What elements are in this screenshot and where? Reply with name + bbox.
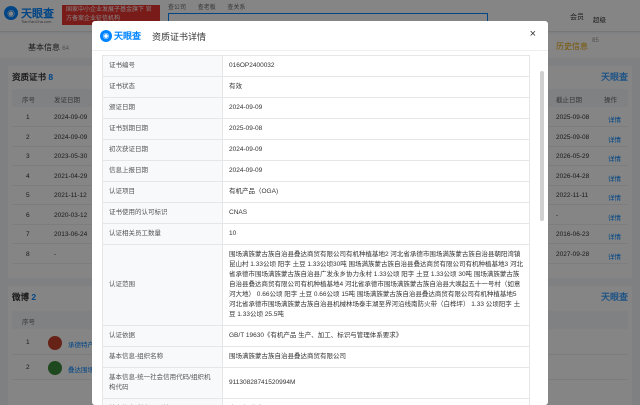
detail-key: 证书到期日期 bbox=[102, 118, 223, 140]
detail-key: 基本信息-组织名称 bbox=[102, 346, 223, 368]
detail-value: 2024-09-09 bbox=[222, 97, 530, 119]
detail-row: 基本信息-统一社会信用代码/组织机构代码 91130828741520994M bbox=[102, 367, 530, 399]
brand-eye-icon: ◉ bbox=[100, 29, 112, 42]
detail-value: 围场满族蒙古族自治县叠达商贸有限公司 bbox=[222, 346, 530, 368]
detail-key: 颁证日期 bbox=[102, 97, 223, 119]
detail-value: 中国 河北省 bbox=[222, 398, 530, 405]
detail-row: 颁证日期 2024-09-09 bbox=[102, 97, 530, 119]
detail-key: 认证范围 bbox=[102, 244, 223, 326]
detail-value: 有机产品（OGA) bbox=[222, 181, 530, 203]
detail-key: 信息上报日期 bbox=[102, 160, 223, 182]
detail-row: 证书编号 016OP2400032 bbox=[102, 55, 530, 77]
detail-value: 有效 bbox=[222, 76, 530, 98]
detail-key: 证书状态 bbox=[102, 76, 223, 98]
detail-row: 证书状态 有效 bbox=[102, 76, 530, 98]
detail-key: 基本信息-统一社会信用代码/组织机构代码 bbox=[102, 367, 223, 399]
close-icon[interactable]: × bbox=[530, 28, 536, 40]
modal-body: 证书编号 016OP2400032 证书状态 有效 颁证日期 2024-09-09 证书到期… bbox=[102, 55, 530, 405]
detail-value: 2025-09-08 bbox=[222, 118, 530, 140]
cert-detail-modal: ◉ 天眼查 资质证书详情 × 证书编号 016OP2400032 证书状态 有效 颁证日… bbox=[92, 21, 548, 405]
detail-key: 基本信息-所在国别地区 bbox=[102, 398, 223, 405]
detail-key: 证书使用的认可标识 bbox=[102, 202, 223, 224]
modal-scrollbar[interactable] bbox=[540, 71, 544, 221]
detail-row: 认证项目 有机产品（OGA) bbox=[102, 181, 530, 203]
detail-row: 证书到期日期 2025-09-08 bbox=[102, 118, 530, 140]
modal-title: 资质证书详情 bbox=[152, 32, 207, 42]
detail-key: 认证依据 bbox=[102, 325, 223, 347]
detail-value: 围场满族蒙古族自治县叠达商贸有限公司有机种植基地2 河北省承德市围场满族蒙古族自… bbox=[222, 244, 530, 326]
detail-row: 认证相关员工数量 10 bbox=[102, 223, 530, 245]
modal-logo-text: 天眼查 bbox=[113, 31, 141, 41]
detail-key: 认证相关员工数量 bbox=[102, 223, 223, 245]
modal-logo: ◉ 天眼查 bbox=[100, 29, 141, 42]
detail-row: 信息上报日期 2024-09-09 bbox=[102, 160, 530, 182]
detail-value: 2024-09-09 bbox=[222, 139, 530, 161]
detail-key: 初次获证日期 bbox=[102, 139, 223, 161]
detail-row: 认证依据 GB/T 19630《有机产品 生产、加工、标识与管理体系要求》 bbox=[102, 325, 530, 347]
detail-value: GB/T 19630《有机产品 生产、加工、标识与管理体系要求》 bbox=[222, 325, 530, 347]
detail-value: 2024-09-09 bbox=[222, 160, 530, 182]
detail-value: CNAS bbox=[222, 202, 530, 224]
detail-value: 91130828741520994M bbox=[222, 367, 530, 399]
detail-value: 10 bbox=[222, 223, 530, 245]
detail-key: 证书编号 bbox=[102, 55, 223, 77]
detail-key: 认证项目 bbox=[102, 181, 223, 203]
modal-header: ◉ 天眼查 资质证书详情 × bbox=[92, 21, 548, 51]
detail-row: 认证范围 围场满族蒙古族自治县叠达商贸有限公司有机种植基地2 河北省承德市围场满族… bbox=[102, 244, 530, 326]
detail-row: 初次获证日期 2024-09-09 bbox=[102, 139, 530, 161]
detail-row: 证书使用的认可标识 CNAS bbox=[102, 202, 530, 224]
detail-row: 基本信息-所在国别地区中国 河北省 bbox=[102, 398, 530, 405]
cert-detail-table: 证书编号 016OP2400032 证书状态 有效 颁证日期 2024-09-09 证书到期… bbox=[102, 55, 530, 405]
detail-row: 基本信息-组织名称 围场满族蒙古族自治县叠达商贸有限公司 bbox=[102, 346, 530, 368]
detail-value: 016OP2400032 bbox=[222, 55, 530, 77]
